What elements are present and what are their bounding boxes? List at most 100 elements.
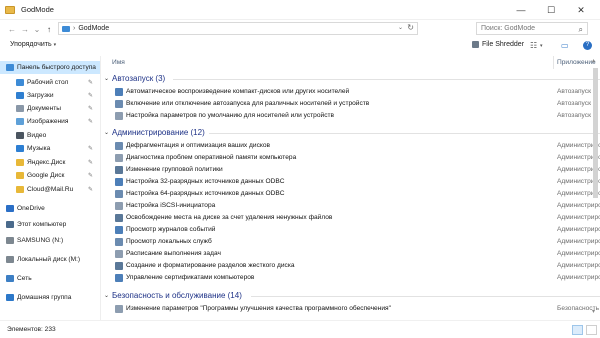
nav-item[interactable]: Документы ✎	[0, 102, 100, 115]
nav-item[interactable]: Изображения ✎	[0, 115, 100, 128]
help-icon[interactable]: ?	[583, 41, 592, 50]
chevron-down-icon[interactable]: ⌄	[104, 129, 109, 136]
nav-item[interactable]: Локальный диск (M:)	[0, 253, 100, 266]
search-input[interactable]	[481, 25, 573, 32]
details-view-icon[interactable]	[572, 325, 583, 335]
list-item[interactable]: Управление сертификатами компьютеров Адми…	[101, 272, 600, 283]
list-item[interactable]: Расписание выполнения задачАдминистриров…	[101, 248, 600, 259]
list-item[interactable]: Диагностика проблем оперативной памяти к…	[101, 152, 600, 163]
nav-item[interactable]: Музыка ✎	[0, 142, 100, 155]
list-item[interactable]: Создание и форматирование разделов жестк…	[101, 260, 600, 271]
nav-item[interactable]: OneDrive	[0, 202, 100, 215]
nav-item[interactable]: Домашняя группа	[0, 291, 100, 304]
file-shredder-button[interactable]: File Shredder	[472, 41, 524, 48]
chevron-down-icon[interactable]: ⌄	[104, 292, 109, 299]
view-options-icon[interactable]: ☷	[530, 41, 537, 50]
nav-item[interactable]: Сеть	[0, 272, 100, 285]
nav-item-label: Яндекс.Диск	[27, 159, 66, 166]
list-item[interactable]: Изменение групповой политикиАдминистриро…	[101, 164, 600, 175]
setting-icon	[115, 238, 123, 246]
nav-item[interactable]: Видео	[0, 129, 100, 142]
nav-item[interactable]: Панель быстрого доступа	[0, 61, 100, 74]
network-icon	[6, 275, 14, 282]
column-header: Имя Приложение	[101, 56, 600, 69]
group-header[interactable]: ⌄ Автозапуск (3)	[101, 73, 600, 85]
column-app[interactable]: Приложение	[557, 59, 596, 66]
group-header[interactable]: ⌄ Администрирование (12)	[101, 127, 600, 139]
back-button[interactable]: ←	[6, 22, 18, 36]
navigation-pane: Панель быстрого доступа Рабочий стол ✎ Загр…	[0, 56, 100, 320]
nav-item-label: Рабочий стол	[27, 79, 69, 86]
pin-icon[interactable]: ✎	[88, 172, 93, 179]
list-item[interactable]: Дефрагментация и оптимизация ваших диско…	[101, 140, 600, 151]
nav-item[interactable]: Яндекс.Диск ✎	[0, 156, 100, 169]
preview-pane-icon[interactable]: ▭	[561, 41, 569, 50]
title-bar: GodMode — ☐ ✕	[0, 0, 600, 20]
chevron-down-icon[interactable]: ▾	[540, 43, 543, 49]
maximize-button[interactable]: ☐	[540, 0, 562, 20]
nav-item[interactable]: Cloud@Mail.Ru ✎	[0, 183, 100, 196]
pin-icon[interactable]: ✎	[88, 79, 93, 86]
list-item[interactable]: Изменение параметров "Программы улучшени…	[101, 303, 600, 314]
list-item[interactable]: Настройка 64-разрядных источников данных…	[101, 188, 600, 199]
setting-icon	[115, 100, 123, 108]
status-bar: Элементов: 233	[0, 320, 600, 338]
pin-icon[interactable]: ✎	[88, 105, 93, 112]
nav-item-label: OneDrive	[17, 205, 45, 212]
pin-icon[interactable]: ✎	[88, 92, 93, 99]
address-bar[interactable]: › GodMode ⌄ ↻	[58, 22, 418, 35]
search-icon[interactable]: ⌕	[579, 25, 583, 35]
nav-item[interactable]: Рабочий стол ✎	[0, 76, 100, 89]
vertical-scrollbar[interactable]: ▴ ▾	[591, 56, 600, 320]
item-name: Создание и форматирование разделов жестк…	[126, 262, 295, 269]
list-item[interactable]: Автоматическое воспроизведение компакт-д…	[101, 86, 600, 97]
minimize-button[interactable]: —	[510, 0, 532, 20]
breadcrumb-separator: ›	[73, 25, 76, 32]
scroll-down-icon[interactable]: ▾	[592, 308, 595, 315]
close-button[interactable]: ✕	[570, 0, 592, 20]
pin-icon[interactable]: ✎	[88, 159, 93, 166]
up-button[interactable]: ↑	[43, 22, 55, 36]
breadcrumb-godmode[interactable]: GodMode	[78, 25, 109, 32]
list-item[interactable]: Включение или отключение автозапуска для…	[101, 98, 600, 109]
setting-icon	[115, 305, 123, 313]
list-item[interactable]: Настройка параметров по умолчанию для но…	[101, 110, 600, 121]
pin-icon[interactable]: ✎	[88, 186, 93, 193]
nav-item-label: Музыка	[27, 145, 51, 152]
pin-icon[interactable]: ✎	[88, 145, 93, 152]
column-name[interactable]: Имя	[112, 59, 125, 66]
list-item[interactable]: Просмотр журналов событийАдминистрирован…	[101, 224, 600, 235]
command-bar: Упорядочить ▾ File Shredder ☷ ▾ ▭ ?	[0, 38, 600, 55]
file-list: Имя Приложение ⌄ Автозапуск (3) Автоматиче…	[101, 56, 600, 320]
large-icons-view-icon[interactable]	[586, 325, 597, 335]
list-item[interactable]: Настройка iSCSI-инициатораАдминистрирова…	[101, 200, 600, 211]
recent-locations-button[interactable]: ⌄	[31, 22, 43, 36]
download-icon	[16, 92, 24, 99]
nav-item[interactable]: SAMSUNG (N:)	[0, 234, 100, 247]
column-divider[interactable]	[553, 56, 554, 69]
setting-icon	[115, 142, 123, 150]
list-item[interactable]: Освобождение места на диске за счет удал…	[101, 212, 600, 223]
nav-item[interactable]: Этот компьютер	[0, 218, 100, 231]
list-item[interactable]: Просмотр локальных службАдминистрировани…	[101, 236, 600, 247]
list-item[interactable]: Настройка 32-разрядных источников данных…	[101, 176, 600, 187]
nav-item[interactable]: Google Диск ✎	[0, 169, 100, 182]
item-app: Автозапуск	[557, 100, 591, 107]
pin-icon[interactable]: ✎	[88, 118, 93, 125]
group-header[interactable]: ⌄ Безопасность и обслуживание (14)	[101, 290, 600, 302]
forward-button[interactable]: →	[19, 22, 31, 36]
scroll-up-icon[interactable]: ▴	[592, 57, 595, 64]
nav-item[interactable]: Загрузки ✎	[0, 89, 100, 102]
search-box[interactable]: ⌕	[476, 22, 588, 35]
video-icon	[16, 132, 24, 139]
chevron-down-icon[interactable]: ⌄	[104, 75, 109, 82]
chevron-down-icon[interactable]: ⌄	[398, 24, 403, 31]
setting-icon	[115, 250, 123, 258]
refresh-icon[interactable]: ↻	[407, 23, 414, 32]
item-name: Расписание выполнения задач	[126, 250, 221, 257]
item-name: Просмотр журналов событий	[126, 226, 216, 233]
documents-icon	[16, 105, 24, 112]
scroll-thumb[interactable]	[593, 68, 598, 198]
item-name: Автоматическое воспроизведение компакт-д…	[126, 88, 350, 95]
organize-button[interactable]: Упорядочить ▾	[10, 41, 56, 48]
